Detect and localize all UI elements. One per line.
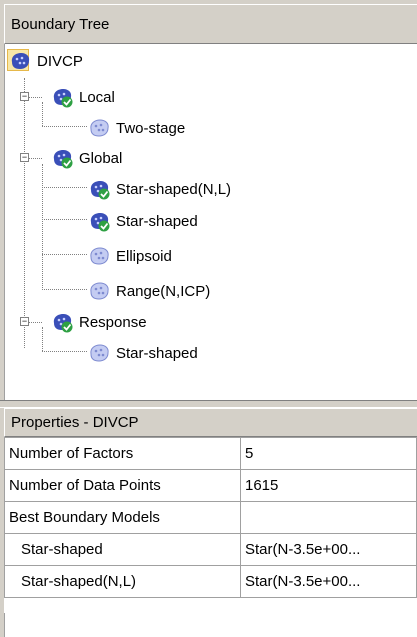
tree-connector [42,327,43,351]
tree-node-two-stage[interactable]: Two-stage [88,114,185,142]
tree-node-response[interactable]: Response [51,308,147,336]
tree-node-response-star-shaped[interactable]: Star-shaped [88,339,198,367]
properties-header: Properties - DIVCP [4,408,417,437]
property-value[interactable]: Star(N-3.5e+00... [240,565,417,598]
property-value[interactable]: 5 [240,437,417,470]
property-name: Number of Data Points [4,469,241,502]
boundary-model-icon [9,50,31,72]
collapse-toggle-local[interactable]: − [20,92,29,101]
boundary-model-faded-icon [88,117,110,139]
tree-node-ellipsoid[interactable]: Ellipsoid [88,242,172,270]
boundary-model-checked-icon [51,86,73,108]
boundary-model-faded-icon [88,342,110,364]
tree-connector [42,102,43,126]
property-name: Star-shaped(N,L) [4,565,241,598]
boundary-model-checked-icon [51,147,73,169]
tree-node-label: Ellipsoid [116,247,172,265]
tree-connector [42,351,87,352]
boundary-model-checked-icon [88,210,110,232]
properties-grid[interactable]: Number of Factors 5 Number of Data Point… [4,437,417,598]
property-name: Number of Factors [4,437,241,470]
tree-node-label: Star-shaped [116,344,198,362]
tree-node-global[interactable]: Global [51,144,122,172]
panel-splitter[interactable] [0,400,417,408]
tree-node-label: Two-stage [116,119,186,137]
tree-connector [42,164,43,290]
property-value[interactable]: 1615 [240,469,417,502]
property-name: Star-shaped [4,533,241,566]
boundary-model-checked-icon [88,178,110,200]
property-row[interactable]: Number of Data Points 1615 [4,469,417,502]
tree-connector [24,78,25,348]
property-name: Best Boundary Models [4,501,241,534]
boundary-tree-header: Boundary Tree [4,4,417,44]
collapse-toggle-global[interactable]: − [20,153,29,162]
tree-node-star-shaped-nl[interactable]: Star-shaped(N,L) [88,175,231,203]
property-row[interactable]: Star-shaped Star(N-3.5e+00... [4,533,417,566]
tree-node-local[interactable]: Local [51,83,115,111]
boundary-model-checked-icon [51,311,73,333]
tree-node-label: Range(N,ICP) [116,282,211,300]
property-row[interactable]: Best Boundary Models [4,501,417,534]
boundary-model-faded-icon [88,280,110,302]
properties-empty-area [4,613,417,637]
tree-node-label: Response [79,313,147,331]
tree-connector [42,219,87,220]
tree-node-label: Global [79,149,123,167]
tree-connector [42,126,87,127]
tree-node-label: Star-shaped(N,L) [116,180,232,198]
property-row[interactable]: Number of Factors 5 [4,437,417,470]
property-value[interactable] [240,501,417,534]
tree-node-label: Star-shaped [116,212,198,230]
tree-node-label: Local [79,88,115,106]
tree-root-label: DIVCP [37,52,83,70]
boundary-model-faded-icon [88,245,110,267]
boundary-editor-window: Boundary Tree DIVCP − Local Two-stage − … [0,0,417,637]
collapse-toggle-response[interactable]: − [20,317,29,326]
tree-connector [42,187,87,188]
tree-root-divcp[interactable]: DIVCP [5,47,83,75]
tree-node-range-n-icp[interactable]: Range(N,ICP) [88,277,210,305]
tree-connector [42,289,87,290]
property-value[interactable]: Star(N-3.5e+00... [240,533,417,566]
tree-node-star-shaped[interactable]: Star-shaped [88,207,198,235]
tree-connector [42,254,87,255]
boundary-tree[interactable]: DIVCP − Local Two-stage − Global Star-sh… [4,44,417,400]
property-row[interactable]: Star-shaped(N,L) Star(N-3.5e+00... [4,565,417,598]
